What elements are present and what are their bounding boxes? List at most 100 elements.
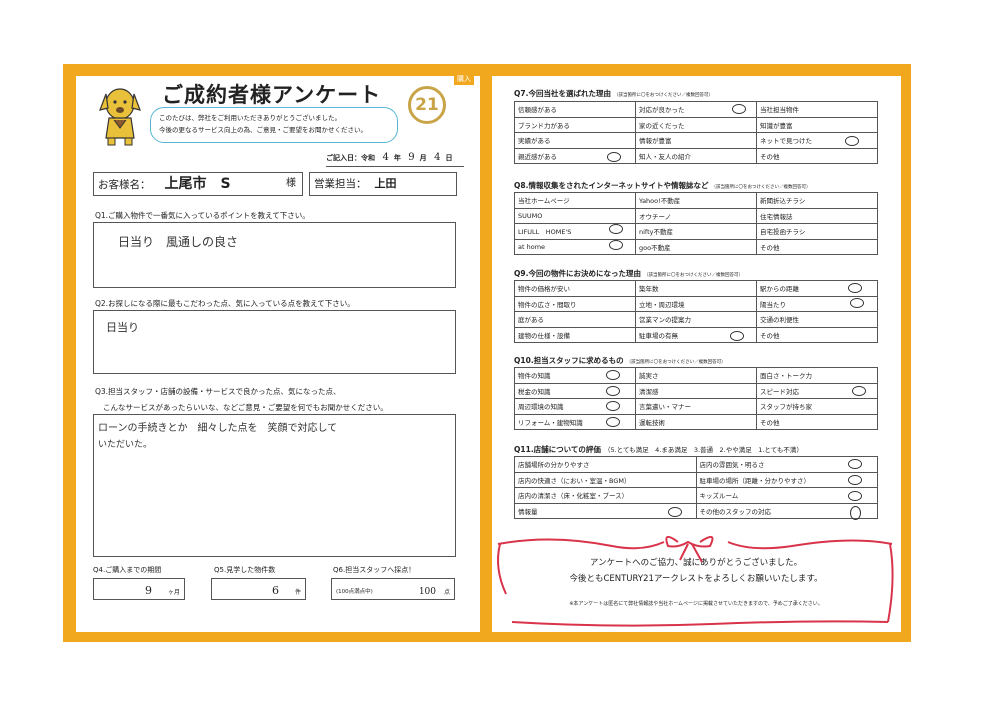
q11-label: Q11.店舗についての評価 （5.とても満足 4.まあ満足 3.普通 2.やや満足… (514, 444, 803, 455)
staff-value: 上田 (374, 177, 397, 190)
date-month: 9 (408, 152, 415, 163)
sales-staff-field: 営業担当： 上田 (309, 172, 457, 196)
q8-title: Q8.情報収集をされたインターネットサイトや情報誌など (514, 181, 709, 190)
thanks-message: アンケートへのご協力、誠にありがとうございました。 今後ともCENTURY21ア… (500, 534, 892, 630)
option-label: Yahoo!不動産 (635, 192, 757, 209)
q11-title: Q11.店舗についての評価 (514, 445, 601, 454)
q5-label: Q5.見学した物件数 (214, 566, 276, 574)
q7-mark-circle (845, 136, 859, 146)
q9-mark-circle (848, 283, 862, 293)
option-label: 自宅投函チラシ (756, 223, 878, 240)
option-label: ネットで見つけた (756, 132, 878, 149)
table-row: LIFULL HOME'S nifty不動産 自宅投函チラシ (514, 223, 878, 240)
q9-note: （該当箇所に〇をおつけください／複数回答可） (643, 273, 743, 278)
q10-mark-circle (606, 370, 620, 380)
table-row: 店舗場所の分かりやすさ 店内の雰囲気・明るさ (514, 456, 878, 473)
q10-label: Q10.担当スタッフに求めるもの （該当箇所に〇をおつけください／複数回答可） (514, 355, 726, 366)
q2-answer: 日当り (106, 321, 139, 334)
customer-value: 上尾市 S (164, 176, 231, 192)
option-label: その他 (756, 326, 878, 343)
option-label: 知人・友人の紹介 (635, 147, 757, 164)
option-label: 知識が豊富 (756, 116, 878, 133)
staff-label: 営業担当： (314, 178, 367, 190)
option-label: 情報が豊富 (635, 132, 757, 149)
option-label: goo不動産 (635, 238, 757, 255)
table-row: SUUMO オウチーノ 住宅情報誌 (514, 207, 878, 224)
option-label: 店舗場所の分かりやすさ (514, 456, 697, 473)
table-row: 庭がある 営業マンの提案力 交通の利便性 (514, 311, 878, 328)
q6-value: 100 (418, 587, 436, 597)
option-label: その他 (756, 413, 878, 430)
q4-label: Q4.ご購入までの期間 (93, 566, 162, 574)
customer-name-field: お客様名： 上尾市 S 様 (93, 172, 303, 196)
table-row: リフォーム・建物知識 運転技術 その他 (514, 413, 878, 430)
option-label: 家の近くだった (635, 116, 757, 133)
dog-mascot-icon (99, 88, 141, 146)
century21-logo-icon: 21 (408, 86, 446, 124)
option-label: 立地・周辺環境 (635, 295, 757, 312)
q10-mark-circle (606, 386, 620, 396)
table-row: 信頼感がある 対応が良かった 当社担当物件 (514, 101, 878, 118)
q2-label: Q2.お探しになる際に最もこだわった点、気に入っている点を教えて下さい。 (95, 299, 355, 308)
entry-date: ご記入日：令和 4年 9月 4日 (326, 152, 452, 163)
customer-label: お客様名： (98, 179, 151, 191)
table-row: 物件の価格が安い 築年数 駅からの距離 (514, 280, 878, 297)
table-row: ブランド力がある 家の近くだった 知識が豊富 (514, 116, 878, 133)
q7-mark-circle (732, 104, 746, 114)
table-row: 実績がある 情報が豊富 ネットで見つけた (514, 132, 878, 149)
q5-box: 6 件 (211, 578, 306, 600)
table-row: 物件の知識 誠実さ 面白さ・トーク力 (514, 367, 878, 384)
option-label: 新聞折込チラシ (756, 192, 878, 209)
month-unit: 月 (419, 154, 427, 162)
option-label: オウチーノ (635, 207, 757, 224)
option-label: 誠実さ (635, 367, 757, 384)
q4-box: 9 ヶ月 (93, 578, 185, 600)
q10-title: Q10.担当スタッフに求めるもの (514, 356, 624, 365)
q7-table: 信頼感がある 対応が良かった 当社担当物件 ブランド力がある 家の近くだった 知識が豊富実… (514, 101, 878, 164)
q3-label-1: Q3.担当スタッフ・店舗の設備・サービスで良かった点、気になった点、 (95, 387, 341, 396)
q9-label: Q9.今回の物件にお決めになった理由 （該当箇所に〇をおつけください／複数回答可） (514, 268, 743, 279)
option-label: 清潔感 (635, 382, 757, 399)
option-label: 住宅情報誌 (756, 207, 878, 224)
option-label: 庭がある (514, 311, 636, 328)
option-label: その他 (756, 147, 878, 164)
option-label: 当社ホームページ (514, 192, 636, 209)
customer-suffix: 様 (286, 178, 296, 189)
option-label: nifty不動産 (635, 223, 757, 240)
option-label: 物件の広さ・間取り (514, 295, 636, 312)
q3-answer-2: いただいた。 (98, 440, 153, 450)
date-year: 4 (382, 152, 389, 163)
q11-table: 店舗場所の分かりやすさ 店内の雰囲気・明るさ 店内の快適さ（におい・室温・BGM）駐… (514, 456, 878, 519)
option-label: 交通の利便性 (756, 311, 878, 328)
q3-answer-box: ローンの手続きとか 細々した点を 笑顔で対応して いただいた。 (93, 414, 456, 557)
table-row: 税金の知識 清潔感 スピード対応 (514, 382, 878, 399)
q11-mark-circle (850, 506, 861, 520)
q7-label: Q7.今回当社を選ばれた理由 （該当箇所に〇をおつけください／複数回答可） (514, 88, 713, 99)
q1-answer: 日当り 風通しの良さ (118, 235, 239, 249)
option-label: 物件の価格が安い (514, 280, 636, 297)
q7-mark-circle (607, 152, 621, 162)
q8-note: （該当箇所に〇をおつけください／複数回答可） (711, 185, 811, 190)
option-label: 当社担当物件 (756, 101, 878, 118)
q8-label: Q8.情報収集をされたインターネットサイトや情報誌など （該当箇所に〇をおつけくだ… (514, 180, 810, 191)
q10-note: （該当箇所に〇をおつけください／複数回答可） (626, 360, 726, 365)
option-label: ブランド力がある (514, 116, 636, 133)
q8-mark-circle (609, 224, 623, 234)
option-label: 営業マンの提案力 (635, 311, 757, 328)
q4-value: 9 (145, 584, 152, 597)
bubble-line-1: このたびは、弊社をご利用いただきありがとうございました。 (159, 114, 341, 122)
q2-answer-box: 日当り (93, 310, 456, 374)
q9-mark-circle (730, 331, 744, 341)
q5-value: 6 (272, 584, 279, 597)
q11-mark-circle (848, 475, 862, 485)
date-day: 4 (434, 152, 441, 163)
page-title: ご成約者様アンケート (162, 83, 382, 107)
option-label: 建物の仕様・設備 (514, 326, 636, 343)
q11-mark-circle (668, 507, 682, 517)
table-row: 周辺環境の知識 言葉遣い・マナー スタッフが持ち家 (514, 398, 878, 415)
option-label: 築年数 (635, 280, 757, 297)
q5-unit: 件 (294, 589, 301, 596)
option-label: SUUMO (514, 207, 636, 224)
option-label: 運転技術 (635, 413, 757, 430)
thanks-line-2: 今後ともCENTURY21アークレストをよろしくお願いいたします。 (569, 574, 823, 584)
